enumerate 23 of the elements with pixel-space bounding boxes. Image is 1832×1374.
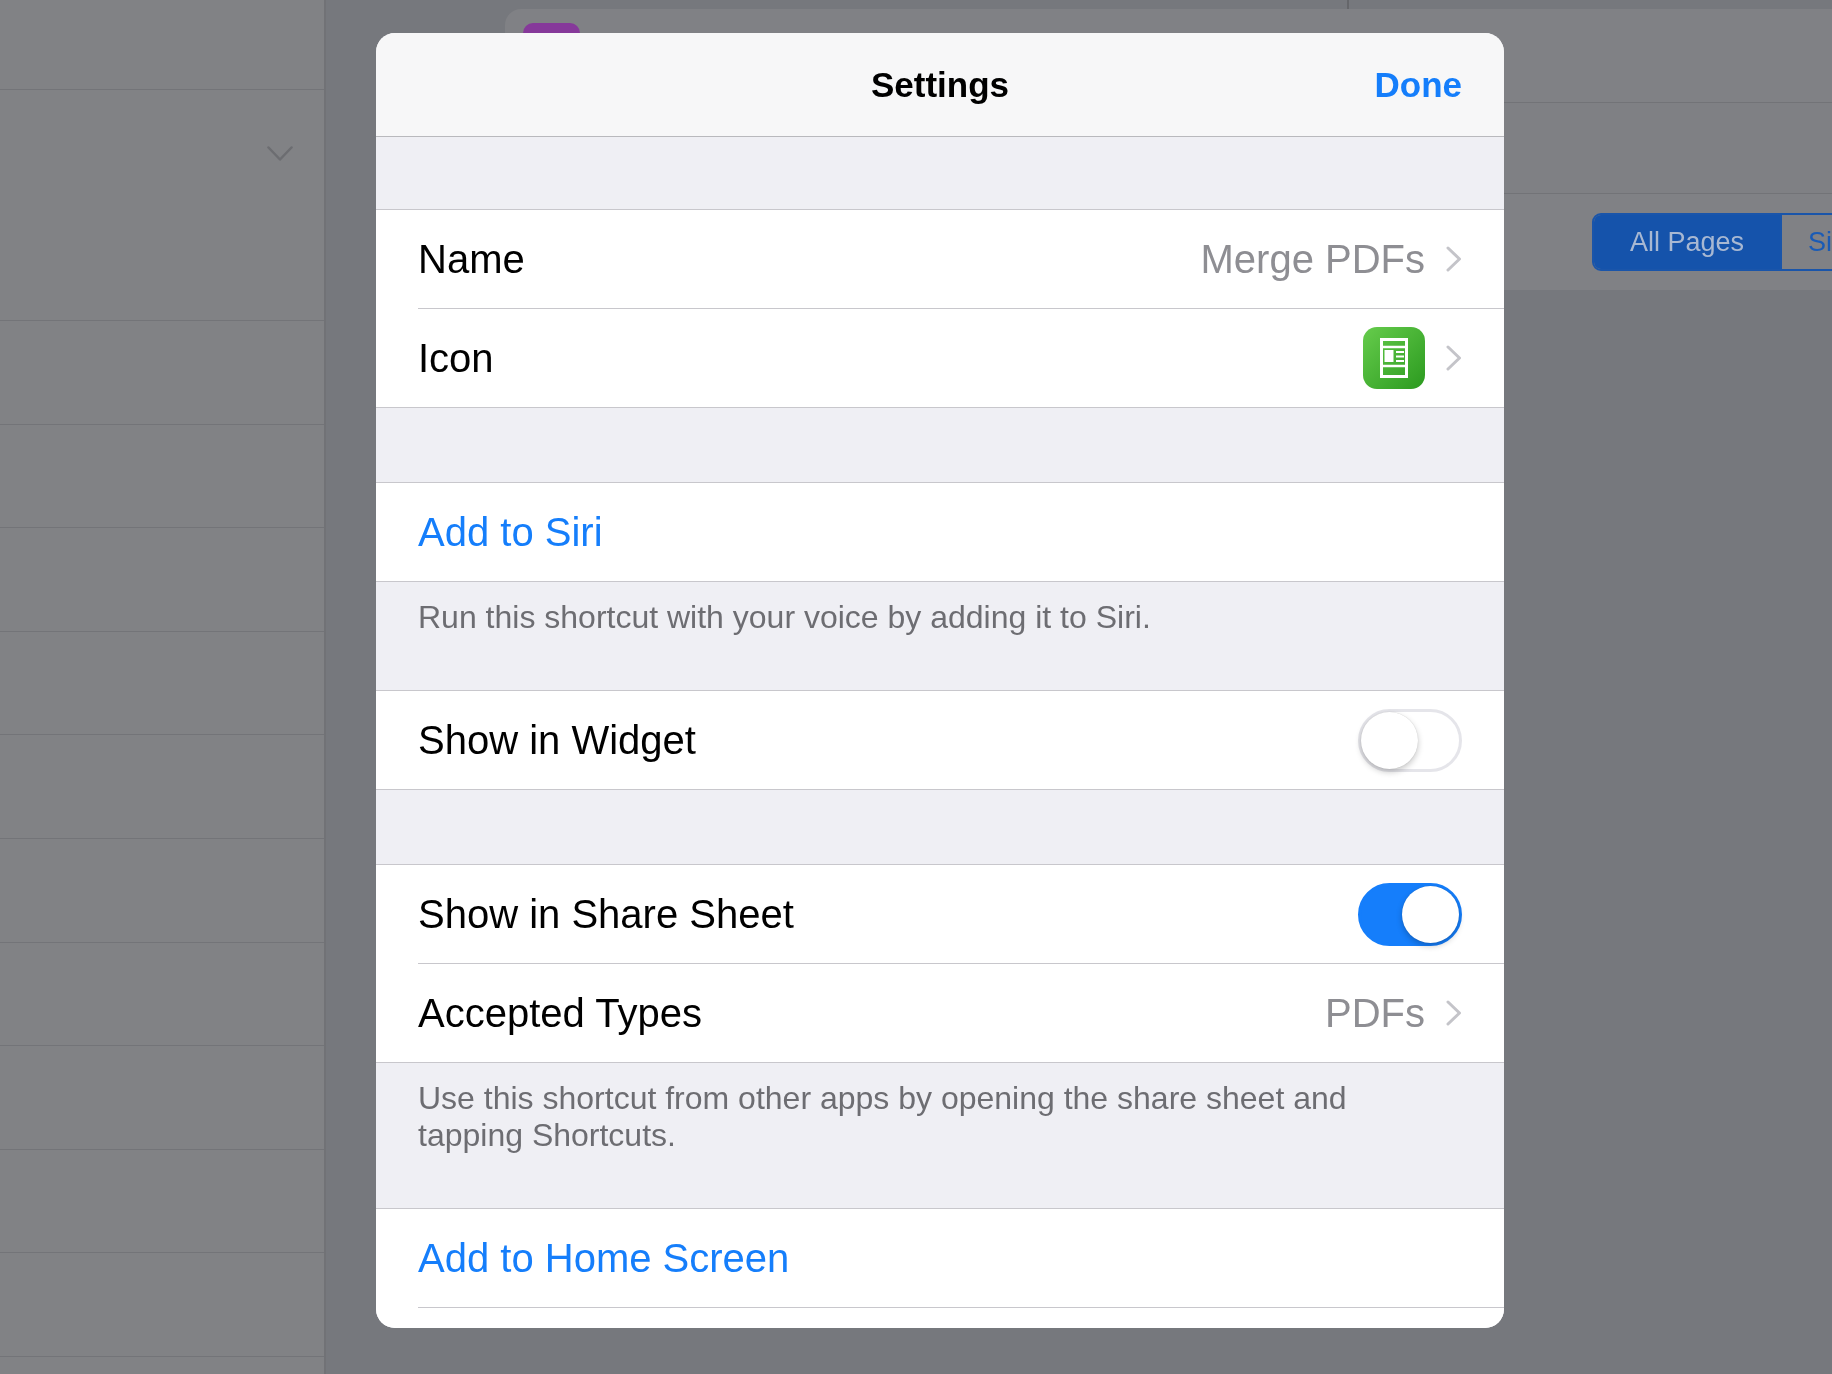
- settings-row[interactable]: Name Merge PDFs: [376, 210, 1504, 308]
- chevron-right-icon: [1446, 1000, 1462, 1026]
- row-label: Name: [418, 236, 526, 282]
- chevron-right-icon: [1446, 246, 1462, 272]
- row-label: Accepted Types: [418, 990, 703, 1036]
- row-label: Show in Share Sheet: [418, 891, 795, 937]
- row-label: Show in Widget: [418, 717, 697, 763]
- toggle-switch[interactable]: [1358, 882, 1462, 946]
- chevron-right-icon: [1446, 345, 1462, 371]
- settings-row[interactable]: Accepted Types PDFs: [376, 963, 1504, 1062]
- done-button[interactable]: Done: [1374, 64, 1462, 105]
- document-icon: [1363, 327, 1425, 389]
- action-link[interactable]: Add to Siri: [418, 509, 603, 555]
- segment-tab[interactable]: All Pages: [1594, 215, 1780, 269]
- dialog-title: Settings: [870, 64, 1010, 105]
- settings-row[interactable]: Icon: [376, 308, 1504, 407]
- section-footer-text: Run this shortcut with your voice by adding it to Siri.: [418, 599, 1152, 636]
- row-label: Icon: [418, 335, 495, 381]
- app-icon[interactable]: [523, 23, 580, 33]
- row-value: Merge PDFs: [1200, 236, 1425, 282]
- section-footer-text: Use this shortcut from other apps by opening the share sheet and tapping Shortcuts.: [418, 1080, 1348, 1154]
- action-link[interactable]: Add to Home Screen: [418, 1235, 790, 1281]
- row-value: PDFs: [1325, 990, 1425, 1036]
